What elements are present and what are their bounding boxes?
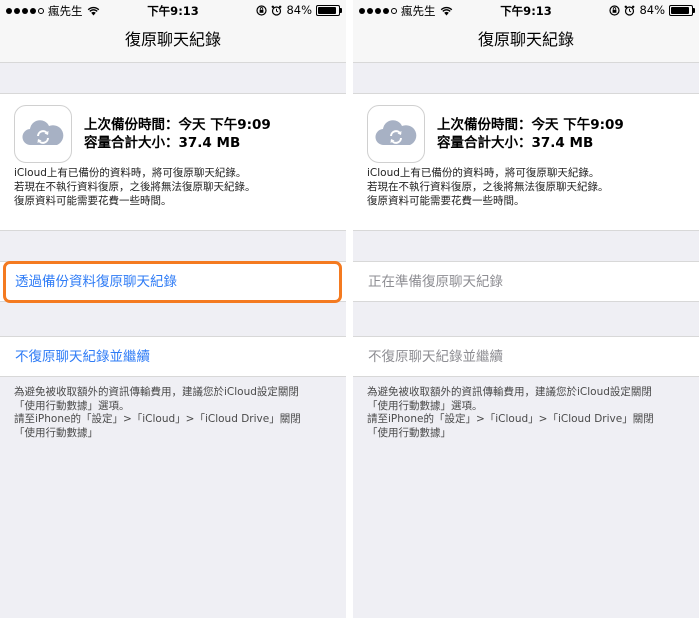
icloud-sync-icon	[14, 105, 72, 163]
nav-title: 復原聊天紀錄	[0, 20, 346, 63]
restore-description: iCloud上有已備份的資料時，將可復原聊天紀錄。 若現在不執行資料復原，之後將…	[14, 166, 338, 208]
description-line: 復原資料可能需要花費一些時間。	[14, 195, 172, 207]
highlight-annotation	[3, 261, 342, 303]
backup-size: 容量合計大小：37.4 MB	[84, 135, 241, 151]
status-bar: 瘋先生 下午9:13 84%	[0, 0, 346, 20]
backup-info-card: 上次備份時間：今天 下午9:09 容量合計大小：37.4 MB iCloud上有…	[353, 93, 699, 231]
skip-restore-button[interactable]: 不復原聊天紀錄並繼續	[0, 336, 346, 377]
last-backup-time: 上次備份時間：今天 下午9:09	[84, 117, 271, 133]
backup-info-card: 上次備份時間：今天 下午9:09 容量合計大小：37.4 MB iCloud上有…	[0, 93, 346, 231]
icloud-sync-icon	[367, 105, 425, 163]
description-line: iCloud上有已備份的資料時，將可復原聊天紀錄。	[367, 167, 600, 179]
preparing-restore-status: 正在準備復原聊天紀錄	[353, 261, 699, 302]
description-line: iCloud上有已備份的資料時，將可復原聊天紀錄。	[14, 167, 247, 179]
cellular-data-footnote: 為避免被收取額外的資訊傳輸費用，建議您於iCloud設定關閉 「使用行動數據」選…	[14, 386, 340, 440]
footnote-line: 「使用行動數據」	[14, 426, 98, 439]
footnote-line: 為避免被收取額外的資訊傳輸費用，建議您於iCloud設定關閉	[367, 386, 652, 398]
lock-rotation-icon	[609, 4, 621, 16]
footnote-line: 「使用行動數據」選項。	[367, 399, 483, 412]
restore-description: iCloud上有已備份的資料時，將可復原聊天紀錄。 若現在不執行資料復原，之後將…	[367, 166, 691, 208]
lock-rotation-icon	[256, 4, 268, 16]
alarm-icon	[272, 5, 282, 16]
screenshot-divider	[346, 0, 353, 618]
footnote-line: 請至iPhone的「設定」>「iCloud」>「iCloud Drive」關閉	[14, 413, 301, 425]
description-line: 復原資料可能需要花費一些時間。	[367, 195, 525, 207]
battery-icon	[316, 4, 342, 16]
last-backup-time: 上次備份時間：今天 下午9:09	[437, 117, 624, 133]
status-bar: 瘋先生 下午9:13 84%	[353, 0, 699, 20]
nav-title: 復原聊天紀錄	[353, 20, 699, 63]
description-line: 若現在不執行資料復原，之後將無法復原聊天紀錄。	[14, 181, 256, 193]
phone-screen-left: 瘋先生 下午9:13 84% 復原聊天紀錄 上次備份時間：今天 下午9:09 容…	[0, 0, 346, 618]
cellular-data-footnote: 為避免被收取額外的資訊傳輸費用，建議您於iCloud設定關閉 「使用行動數據」選…	[367, 386, 693, 440]
battery-percent: 84%	[639, 3, 665, 17]
battery-icon	[669, 4, 695, 16]
phone-screen-right: 瘋先生 下午9:13 84% 復原聊天紀錄 上次備份時間：今天 下午9:09 容…	[353, 0, 699, 618]
description-line: 若現在不執行資料復原，之後將無法復原聊天紀錄。	[367, 181, 609, 193]
footnote-line: 為避免被收取額外的資訊傳輸費用，建議您於iCloud設定關閉	[14, 386, 299, 398]
footnote-line: 「使用行動數據」	[367, 426, 451, 439]
battery-percent: 84%	[286, 3, 312, 17]
skip-restore-button-disabled: 不復原聊天紀錄並繼續	[353, 336, 699, 377]
alarm-icon	[625, 5, 635, 16]
backup-size: 容量合計大小：37.4 MB	[437, 135, 594, 151]
footnote-line: 請至iPhone的「設定」>「iCloud」>「iCloud Drive」關閉	[367, 413, 654, 425]
footnote-line: 「使用行動數據」選項。	[14, 399, 130, 412]
